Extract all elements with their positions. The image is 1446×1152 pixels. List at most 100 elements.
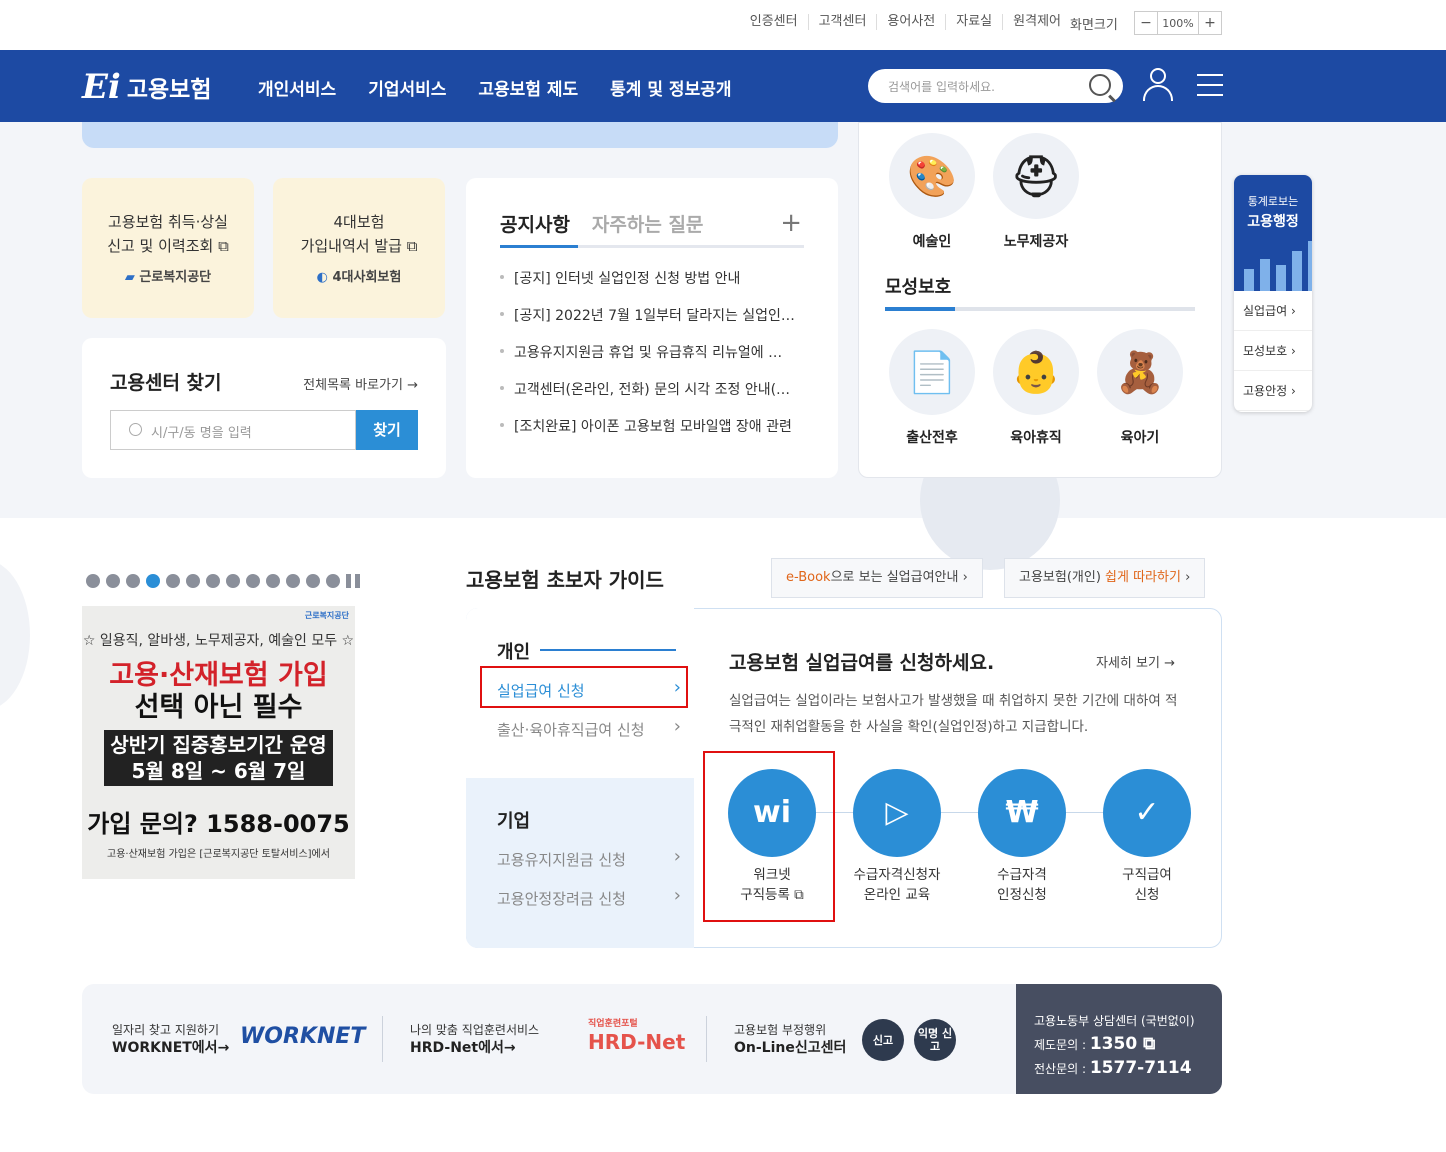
notice-item[interactable]: 고용유지지원금 휴업 및 유급휴직 리뉴얼에 … <box>500 342 805 379</box>
tab-faq[interactable]: 자주하는 질문 <box>592 210 704 237</box>
anonymous-report-button[interactable]: 익명 신고 <box>914 1019 956 1061</box>
item-childcare-period[interactable]: 🧸 육아기 <box>1097 329 1183 447</box>
search-input[interactable]: 검색어를 입력하세요. <box>868 69 1123 103</box>
ebook-guide-button[interactable]: e-Book으로 보는 실업급여안내 › <box>771 558 983 598</box>
util-link-customer[interactable]: 고객센터 <box>807 14 877 30</box>
util-link-library[interactable]: 자료실 <box>945 14 1002 30</box>
item-artist[interactable]: 🎨 예술인 <box>889 133 975 251</box>
main-header: Ei 고용보험 개인서비스 기업서비스 고용보험 제도 통계 및 정보공개 검색… <box>0 50 1446 122</box>
guide-corporate-title: 기업 <box>497 811 531 832</box>
hamburger-menu-icon[interactable] <box>1197 74 1223 104</box>
carousel-dot[interactable] <box>226 574 240 588</box>
carousel-pause-icon[interactable] <box>346 574 362 588</box>
promo-org: 근로복지공단 <box>304 611 349 620</box>
carousel-dot[interactable] <box>326 574 340 588</box>
nav-personal[interactable]: 개인서비스 <box>258 75 336 100</box>
nav-system[interactable]: 고용보험 제도 <box>478 75 578 100</box>
carousel-dot[interactable] <box>106 574 120 588</box>
easy-guide-button[interactable]: 고용보험(개인) 쉽게 따라하기 › <box>1004 558 1206 598</box>
footer-worknet-text[interactable]: 일자리 찾고 지원하기 WORKNET에서→ <box>112 1021 229 1057</box>
carousel-dot[interactable] <box>246 574 260 588</box>
report-button[interactable]: 신고 <box>862 1019 904 1061</box>
tab-notice[interactable]: 공지사항 <box>500 210 578 248</box>
notice-board: 공지사항 자주하는 질문 + [공지] 인터넷 실업인정 신청 방법 안내 [공… <box>466 178 838 478</box>
call-line-system[interactable]: 제도문의 : 1350 ⧉ <box>1034 1033 1222 1057</box>
carousel-dot[interactable] <box>166 574 180 588</box>
zoom-out-button[interactable]: − <box>1135 12 1157 34</box>
org-logo-kcomwel: ▰ 근로복지공단 <box>124 270 212 285</box>
guide-title: 고용보험 초보자 가이드 <box>466 568 664 592</box>
notice-tabs: 공지사항 자주하는 질문 <box>500 210 804 248</box>
carousel-dot[interactable] <box>206 574 220 588</box>
worker-type-panel: 🎨 예술인 ⛑ 노무제공자 모성보호 📄 출산전후 👶 육아휴직 🧸 육아기 <box>858 122 1222 478</box>
guide-link-maternity[interactable]: 출산·육아휴직급여 신청 <box>497 716 687 740</box>
utility-links: 인증센터 고객센터 용어사전 자료실 원격제어 <box>740 14 1071 30</box>
stats-link-stability[interactable]: 고용안정 › <box>1234 371 1312 411</box>
carousel-dot-active[interactable] <box>146 574 160 588</box>
carousel-dot[interactable] <box>86 574 100 588</box>
step-jobseeker-benefit[interactable]: ✓ 구직급여 신청 <box>1103 769 1191 905</box>
notice-more-plus-icon[interactable]: + <box>780 208 802 238</box>
footer-divider <box>382 1016 383 1062</box>
item-parental-leave[interactable]: 👶 육아휴직 <box>993 329 1079 447</box>
highlight-box <box>703 751 835 922</box>
notice-item[interactable]: [조치완료] 아이폰 고용보험 모바일앱 장애 관련 <box>500 416 805 453</box>
carousel-dot[interactable] <box>126 574 140 588</box>
step-online-education[interactable]: ▷ 수급자격신청자 온라인 교육 <box>853 769 941 905</box>
util-link-remote[interactable]: 원격제어 <box>1002 14 1071 30</box>
main-nav: 개인서비스 기업서비스 고용보험 제도 통계 및 정보공개 <box>258 75 732 100</box>
notice-item[interactable]: [공지] 인터넷 실업인정 신청 방법 안내 <box>500 268 805 305</box>
center-all-link[interactable]: 전체목록 바로가기 → <box>303 374 418 393</box>
guide-more-link[interactable]: 자세히 보기 → <box>1096 652 1175 671</box>
site-logo[interactable]: Ei 고용보험 <box>82 67 211 107</box>
helmet-icon: ⛑ <box>993 133 1079 219</box>
employment-center-search: 고용센터 찾기 전체목록 바로가기 → 시/구/동 명을 입력 찾기 <box>82 338 446 478</box>
quick-link-4insurance[interactable]: 4대보험 가입내역서 발급 ⧉ ◐ 4대사회보험 <box>273 178 445 318</box>
promo-banner[interactable]: 근로복지공단 ☆ 일용직, 알바생, 노무제공자, 예술인 모두 ☆ 고용·산재… <box>82 606 355 879</box>
quick-link-insurance-status[interactable]: 고용보험 취득·상실 신고 및 이력조회 ⧉ ▰ 근로복지공단 <box>82 178 254 318</box>
promo-line3: 선택 아닌 필수 <box>134 692 303 723</box>
center-search-button[interactable]: 찾기 <box>356 410 418 450</box>
worknet-logo[interactable]: WORKNET <box>240 1024 365 1049</box>
stats-link-unemployment[interactable]: 실업급여 › <box>1234 291 1312 331</box>
util-link-cert[interactable]: 인증센터 <box>740 14 808 30</box>
user-icon[interactable] <box>1142 68 1174 102</box>
promo-line6: 가입 문의? 1588-0075 <box>87 810 350 838</box>
logo-mark: Ei <box>82 67 121 107</box>
item-childbirth[interactable]: 📄 출산전후 <box>889 329 975 447</box>
nav-stats[interactable]: 통계 및 정보공개 <box>610 75 731 100</box>
stats-quick-panel: 통계로보는 고용행정 실업급여 › 모성보호 › 고용안정 › <box>1234 175 1312 412</box>
zoom-control: − 100% + <box>1134 11 1222 35</box>
footer-hrd-text[interactable]: 나의 맞춤 직업훈련서비스 HRD-Net에서→ <box>410 1021 539 1057</box>
carousel-dot[interactable] <box>266 574 280 588</box>
stats-link-maternity[interactable]: 모성보호 › <box>1234 331 1312 371</box>
zoom-in-button[interactable]: + <box>1199 12 1221 34</box>
chart-growth-icon <box>1244 241 1312 291</box>
carousel-dot[interactable] <box>186 574 200 588</box>
notice-item[interactable]: [공지] 2022년 7월 1일부터 달라지는 실업인… <box>500 305 805 342</box>
stats-panel-header[interactable]: 통계로보는 고용행정 <box>1234 175 1312 291</box>
search-icon[interactable] <box>1089 74 1111 96</box>
carousel-dot[interactable] <box>286 574 300 588</box>
document-coins-icon: 📄 <box>889 329 975 415</box>
item-labor-provider[interactable]: ⛑ 노무제공자 <box>993 133 1079 251</box>
guide-link-stability[interactable]: 고용안정장려금 신청 <box>497 885 687 909</box>
hrd-logo-small: 직업훈련포털 <box>588 1019 638 1029</box>
maternity-section-title: 모성보호 <box>885 273 1195 311</box>
notice-item[interactable]: 고객센터(온라인, 전화) 문의 시각 조정 안내(… <box>500 379 805 416</box>
nav-corporate[interactable]: 기업서비스 <box>368 75 446 100</box>
4insure-icon: ◐ <box>316 270 328 285</box>
footer-banner: 일자리 찾고 지원하기 WORKNET에서→ WORKNET 나의 맞춤 직업훈련… <box>82 984 1222 1094</box>
quick-line1: 고용보험 취득·상실 <box>108 213 228 231</box>
guide-link-retention[interactable]: 고용유지지원금 신청 <box>497 846 687 870</box>
carousel-dot[interactable] <box>306 574 320 588</box>
hrd-net-logo[interactable]: HRD-Net <box>588 1030 685 1054</box>
step-eligibility-request[interactable]: ₩ 수급자격 인정신청 <box>978 769 1066 905</box>
call-line-it[interactable]: 전산문의 : 1577-7114 <box>1034 1057 1222 1081</box>
kcomwel-icon: ▰ <box>124 270 135 285</box>
logo-text: 고용보험 <box>126 77 212 103</box>
quick-line2: 가입내역서 발급 ⧉ <box>300 237 418 255</box>
center-search-input[interactable]: 시/구/동 명을 입력 <box>110 410 356 450</box>
org-logo-4insure: ◐ 4대사회보험 <box>316 270 402 285</box>
util-link-glossary[interactable]: 용어사전 <box>876 14 945 30</box>
